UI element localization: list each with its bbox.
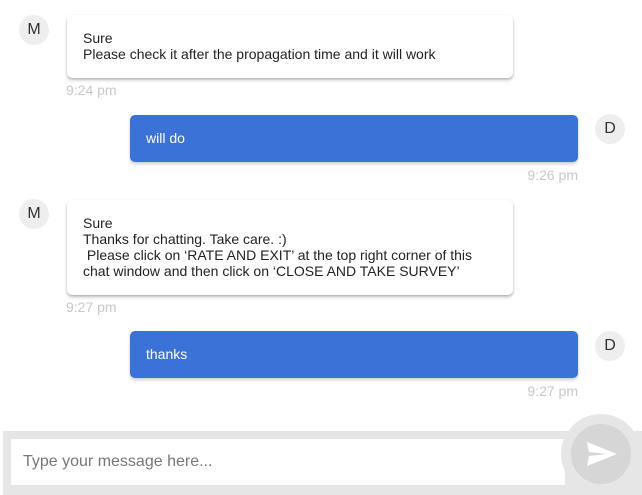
- message-text-line: Thanks for chatting. Take care. :): [83, 231, 287, 247]
- message-text-line: Sure: [83, 215, 113, 231]
- message-text-line: Please click on ‘RATE AND EXIT’ at the t…: [83, 247, 473, 263]
- agent-avatar: M: [19, 199, 49, 229]
- message-text-line: chat window and then click on ‘CLOSE AND…: [83, 263, 460, 279]
- send-button-container: [561, 414, 641, 494]
- agent-avatar: M: [19, 15, 49, 45]
- message-timestamp: 9:24 pm: [66, 82, 117, 98]
- message-text-line: thanks: [146, 346, 188, 362]
- user-avatar: D: [595, 114, 625, 144]
- message-timestamp: 9:27 pm: [527, 383, 578, 399]
- user-message-bubble: will do: [130, 115, 578, 162]
- message-composer: [3, 431, 642, 495]
- message-text-line: will do: [146, 130, 185, 146]
- message-text-line: Please check it after the propagation ti…: [83, 46, 436, 62]
- agent-message-bubble: Sure Thanks for chatting. Take care. :) …: [67, 200, 513, 295]
- message-timestamp: 9:26 pm: [527, 167, 578, 183]
- send-button[interactable]: [571, 424, 631, 484]
- user-avatar: D: [595, 331, 625, 361]
- message-timestamp: 9:27 pm: [66, 299, 117, 315]
- user-message-bubble: thanks: [130, 331, 578, 378]
- agent-message-bubble: Sure Please check it after the propagati…: [67, 15, 513, 78]
- message-text-line: Sure: [83, 30, 113, 46]
- send-icon: [587, 442, 617, 466]
- message-input[interactable]: [11, 439, 565, 485]
